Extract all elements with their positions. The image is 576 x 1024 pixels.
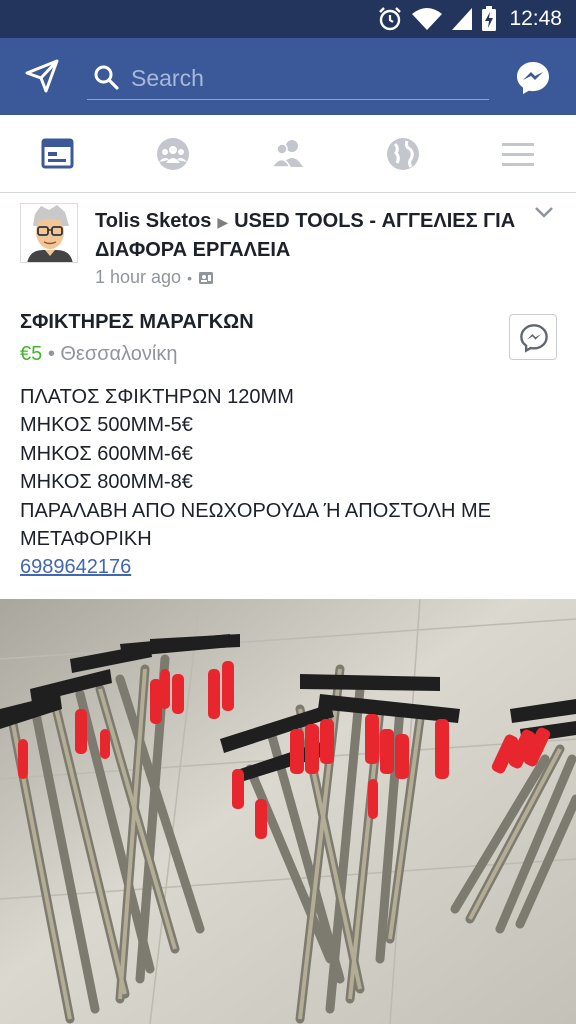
listing-title: ΣΦΙΚΤΗΡΕΣ ΜΑΡΑΓΚΩΝ — [20, 311, 254, 333]
meta-separator: • — [187, 269, 192, 286]
search-icon — [94, 65, 119, 90]
post: Tolis Sketos ▶ USED TOOLS - ΑΓΓΕΛΙΕΣ ΓΙΑ Δ… — [0, 193, 576, 599]
friend-requests-icon[interactable] — [268, 135, 308, 173]
messenger-icon — [520, 324, 548, 353]
search-input[interactable] — [131, 60, 481, 96]
top-bar — [0, 38, 576, 115]
description-line: ΜΗΚΟΣ 800ΜΜ-8€ — [20, 471, 193, 494]
author-name[interactable]: Tolis Sketos — [95, 210, 211, 232]
news-feed-icon[interactable] — [38, 135, 78, 173]
search-box[interactable] — [87, 56, 489, 100]
avatar-image — [27, 205, 73, 262]
description-line: ΠΑΡΑΛΑΒΗ ΑΠΟ ΝΕΩΧΟΡΟΥΔΑ Ή ΑΠΟΣΤΟΛΗ ΜΕ — [20, 499, 492, 522]
avatar[interactable] — [20, 203, 78, 263]
arrow-right-icon: ▶ — [217, 214, 229, 230]
post-header: Tolis Sketos ▶ USED TOOLS - ΑΓΓΕΛΙΕΣ ΓΙΑ Δ… — [95, 207, 525, 264]
description-line: ΜΗΚΟΣ 500ΜΜ-5€ — [20, 414, 193, 437]
description-line: ΜΗΚΟΣ 600ΜΜ-6€ — [20, 442, 193, 465]
price-separator: • — [47, 343, 61, 365]
messenger-icon[interactable] — [514, 59, 552, 97]
message-seller-button[interactable] — [509, 314, 557, 360]
cell-signal-icon — [452, 8, 473, 30]
group-audience-icon — [198, 271, 213, 284]
description-line: ΜΕΤΑΦΟΡΙΚΗ — [20, 528, 152, 551]
globe-icon[interactable] — [383, 135, 423, 173]
menu-icon[interactable] — [498, 135, 538, 173]
status-time: 12:48 — [509, 7, 562, 30]
listing-location: Θεσσαλονίκη — [60, 343, 178, 365]
phone-link[interactable]: 6989642176 — [20, 553, 560, 581]
listing-description: ΠΛΑΤΟΣ ΣΦΙΚΤΗΡΩΝ 120ΜΜ ΜΗΚΟΣ 500ΜΜ-5€ ΜΗ… — [20, 383, 560, 582]
listing-photo[interactable] — [0, 599, 576, 1024]
description-line: ΠΛΑΤΟΣ ΣΦΙΚΤΗΡΩΝ 120ΜΜ — [20, 386, 294, 408]
wifi-icon — [412, 8, 443, 30]
listing-price: €5 — [20, 343, 43, 365]
post-meta: 1 hour ago • — [95, 267, 214, 288]
status-bar: 12:48 — [0, 0, 576, 38]
groups-icon[interactable] — [153, 135, 193, 173]
post-time[interactable]: 1 hour ago — [95, 267, 181, 288]
chevron-down-icon[interactable] — [534, 205, 554, 219]
clamps-photo — [0, 599, 576, 1024]
nav-bar — [0, 115, 576, 193]
paper-plane-icon[interactable] — [24, 58, 60, 94]
status-icons: 12:48 — [377, 4, 562, 34]
battery-charging-icon — [482, 6, 497, 31]
price-location: €5 • Θεσσαλονίκη — [20, 343, 177, 366]
alarm-icon — [379, 7, 402, 31]
